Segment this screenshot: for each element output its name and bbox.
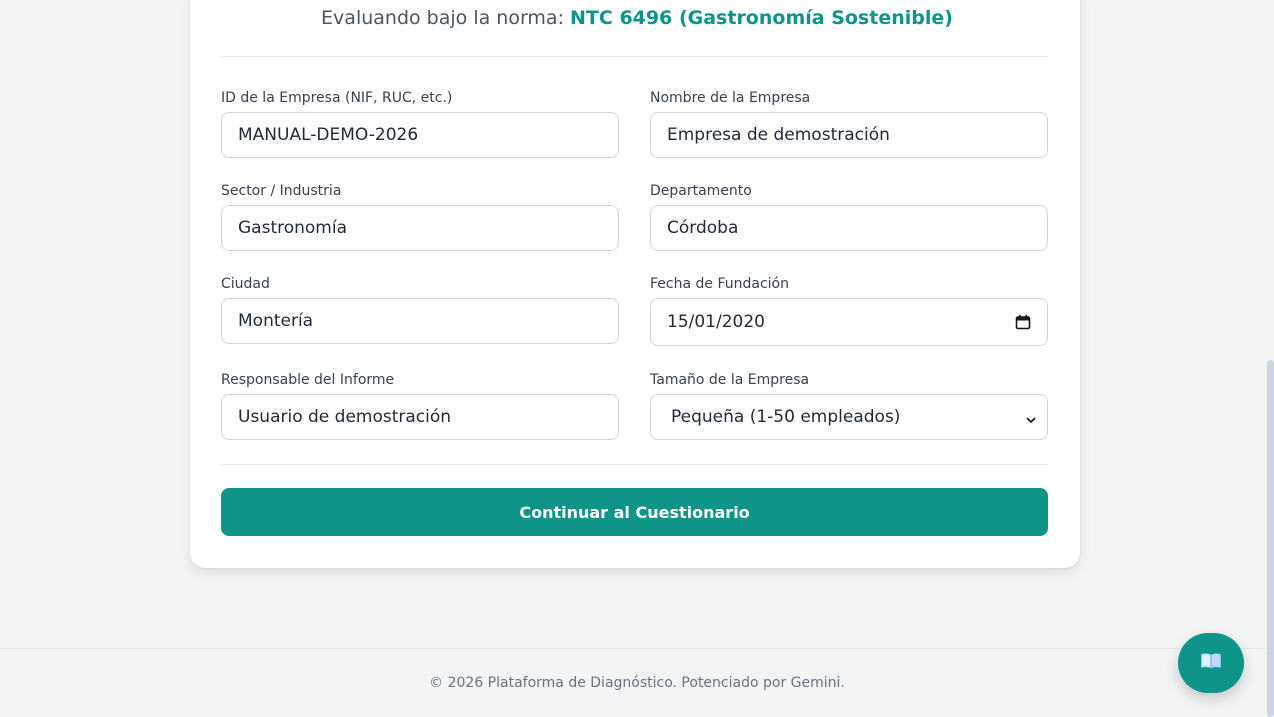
calendar-icon[interactable] xyxy=(1015,314,1031,330)
department-value: Córdoba xyxy=(667,218,739,238)
footer: © 2026 Plataforma de Diagnóstico. Potenc… xyxy=(0,648,1274,717)
company-id-value: MANUAL-DEMO-2026 xyxy=(238,125,419,145)
footer-text: © 2026 Plataforma de Diagnóstico. Potenc… xyxy=(429,675,845,691)
department-input[interactable]: Córdoba xyxy=(650,205,1048,251)
report-owner-label: Responsable del Informe xyxy=(221,372,395,388)
company-name-label: Nombre de la Empresa xyxy=(650,90,811,106)
scrollbar-thumb[interactable] xyxy=(1267,360,1274,717)
city-label: Ciudad xyxy=(221,276,270,292)
city-value: Montería xyxy=(238,311,314,331)
company-id-input[interactable]: MANUAL-DEMO-2026 xyxy=(221,112,619,158)
city-input[interactable]: Montería xyxy=(221,298,619,344)
founding-date-label: Fecha de Fundación xyxy=(650,276,789,292)
founding-date-value: 15/01/2020 xyxy=(667,312,765,332)
report-owner-input[interactable]: Usuario de demostración xyxy=(221,394,619,440)
norm-indicator: Evaluando bajo la norma: NTC 6496 (Gastr… xyxy=(0,0,1274,36)
company-id-label: ID de la Empresa (NIF, RUC, etc.) xyxy=(221,90,453,106)
bottom-divider xyxy=(221,464,1048,465)
department-label: Departamento xyxy=(650,183,752,199)
founding-date-input[interactable]: 15/01/2020 xyxy=(650,298,1048,346)
company-size-select[interactable]: Pequeña (1-50 empleados) xyxy=(650,394,1048,440)
norm-name: NTC 6496 (Gastronomía Sostenible) xyxy=(570,7,953,29)
company-size-label: Tamaño de la Empresa xyxy=(650,372,810,388)
sector-value: Gastronomía xyxy=(238,218,348,238)
company-name-input[interactable]: Empresa de demostración xyxy=(650,112,1048,158)
company-name-value: Empresa de demostración xyxy=(667,125,890,145)
chevron-down-icon xyxy=(1025,411,1037,423)
report-owner-value: Usuario de demostración xyxy=(238,407,452,427)
norm-prefix: Evaluando bajo la norma: xyxy=(321,7,564,29)
book-icon xyxy=(1200,652,1222,674)
help-guide-button[interactable] xyxy=(1178,633,1244,693)
page-scrollbar[interactable] xyxy=(1266,0,1274,717)
sector-label: Sector / Industria xyxy=(221,183,342,199)
sector-input[interactable]: Gastronomía xyxy=(221,205,619,251)
top-divider xyxy=(221,56,1048,57)
company-size-value: Pequeña (1-50 empleados) xyxy=(671,407,901,427)
continue-to-questionnaire-button[interactable]: Continuar al Cuestionario xyxy=(221,488,1048,536)
company-form-card xyxy=(190,0,1080,568)
